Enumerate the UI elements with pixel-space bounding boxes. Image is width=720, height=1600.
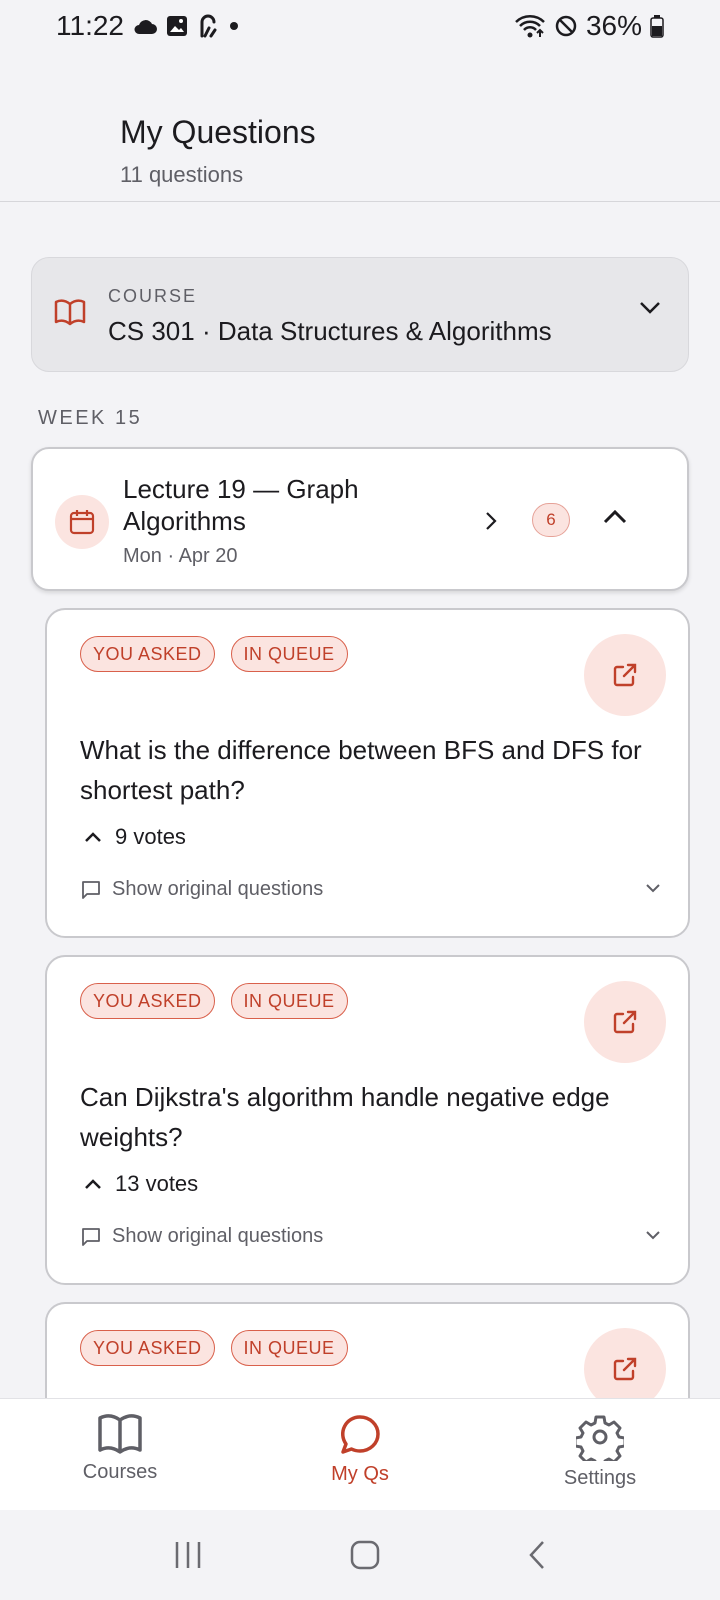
lecture-title: Lecture 19 — Graph Algorithms (123, 474, 359, 536)
week-label: WEEK 15 (38, 407, 143, 429)
page-title: My Questions (120, 114, 316, 150)
show-original-toggle[interactable]: Show original questions (80, 878, 323, 901)
external-link-icon (613, 1357, 637, 1381)
tag-you-asked: YOU ASKED (80, 636, 215, 672)
back-icon[interactable] (526, 1539, 548, 1571)
chat-bubble-icon (341, 1415, 380, 1454)
dnd-icon (555, 15, 577, 37)
course-name: CS 301 · Data Structures & Algorithms (108, 316, 552, 346)
question-card[interactable]: YOU ASKED IN QUEUE What is the differenc… (45, 608, 690, 938)
lecture-header[interactable]: Lecture 19 — Graph Algorithms Mon · Apr … (31, 447, 689, 591)
show-original-label: Show original questions (112, 1225, 324, 1247)
question-text: What is the difference between BFS and D… (80, 735, 642, 805)
lecture-date: Mon · Apr 20 (123, 545, 238, 567)
battery-percent: 36% (585, 10, 642, 41)
nav-courses-label: Courses (82, 1461, 158, 1483)
status-time: 11:22 (56, 10, 124, 41)
chevron-down-icon[interactable] (644, 882, 662, 894)
external-link-icon (613, 663, 637, 687)
open-question-button[interactable] (584, 981, 666, 1063)
wifi-icon (515, 15, 545, 38)
book-icon (54, 299, 86, 326)
question-text: Can Dijkstra's algorithm handle negative… (80, 1082, 610, 1152)
vote-count: 9 votes (115, 824, 186, 849)
gear-icon (576, 1415, 624, 1461)
comment-icon (82, 1227, 100, 1246)
tag-you-asked: YOU ASKED (80, 1330, 215, 1366)
page-header: My Questions 11 questions (0, 52, 720, 202)
image-icon (167, 16, 187, 36)
tag-in-queue: IN QUEUE (230, 1330, 348, 1366)
question-card[interactable]: YOU ASKED IN QUEUE Can Dijkstra's algori… (45, 955, 690, 1285)
nav-my-qs[interactable]: My Qs (240, 1399, 480, 1510)
lecture-question-count-badge: 6 (532, 503, 570, 537)
system-navigation-bar (0, 1510, 720, 1600)
home-icon[interactable] (349, 1539, 381, 1571)
chevron-right-icon[interactable] (483, 509, 499, 533)
chevron-up-icon[interactable] (601, 507, 629, 527)
course-selector[interactable]: COURSE CS 301 · Data Structures & Algori… (31, 257, 689, 372)
vote-control[interactable]: 9 votes (83, 824, 186, 850)
chevron-down-icon (640, 302, 660, 314)
cloud-icon (134, 20, 157, 34)
open-question-button[interactable] (584, 634, 666, 716)
nav-settings-label: Settings (563, 1467, 637, 1489)
recent-apps-icon[interactable] (172, 1540, 204, 1570)
vote-control[interactable]: 13 votes (83, 1171, 198, 1197)
dot-icon (230, 22, 238, 30)
nav-settings[interactable]: Settings (480, 1399, 720, 1510)
battery-icon (650, 15, 664, 38)
upvote-icon[interactable] (83, 830, 103, 844)
external-link-icon (613, 1010, 637, 1034)
lecture-icon-badge (55, 495, 109, 549)
vote-count: 13 votes (115, 1171, 199, 1196)
tag-you-asked: YOU ASKED (80, 983, 215, 1019)
tag-in-queue: IN QUEUE (230, 983, 348, 1019)
bottom-navigation: Courses My Qs Settings (0, 1398, 720, 1510)
question-count: 11 questions (120, 162, 244, 187)
nav-courses[interactable]: Courses (0, 1399, 240, 1510)
nav-my-qs-label: My Qs (331, 1463, 389, 1485)
tag-in-queue: IN QUEUE (230, 636, 348, 672)
comment-icon (82, 880, 100, 899)
upvote-icon[interactable] (83, 1177, 103, 1191)
show-original-label: Show original questions (112, 878, 324, 900)
book-icon (98, 1414, 142, 1454)
calendar-icon (69, 510, 95, 535)
course-label: COURSE (108, 286, 198, 306)
chevron-down-icon[interactable] (644, 1229, 662, 1241)
status-bar: 11:22 36% (0, 0, 720, 52)
assistant-icon (200, 14, 217, 38)
show-original-toggle[interactable]: Show original questions (80, 1225, 323, 1248)
